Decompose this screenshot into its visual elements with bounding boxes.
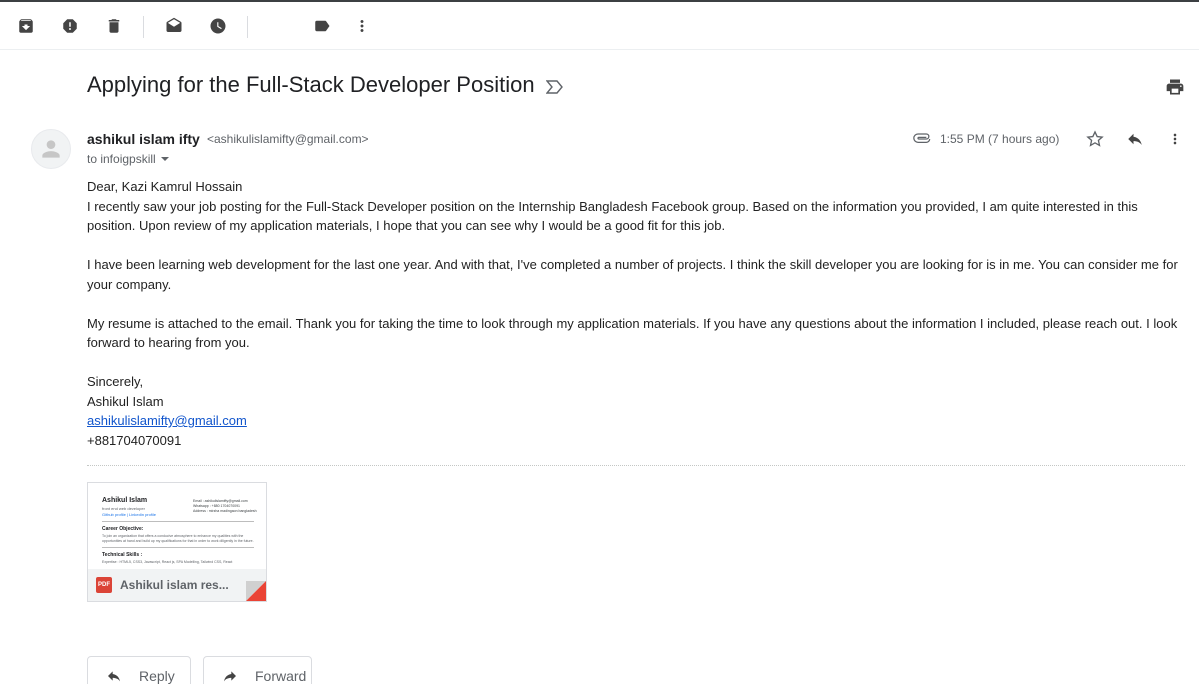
- snooze-icon[interactable]: [208, 16, 228, 36]
- attachment-clip-icon: [913, 132, 933, 151]
- reply-arrow-icon: [108, 671, 120, 682]
- attachment-preview: Ashikul Islam front end web developer Gi…: [88, 483, 266, 569]
- mark-unread-icon[interactable]: [164, 16, 184, 36]
- toolbar-divider: [143, 16, 144, 38]
- preview-section-heading: Technical Skills :: [102, 552, 143, 558]
- archive-icon[interactable]: [16, 16, 36, 36]
- body-paragraph: My resume is attached to the email. Than…: [87, 315, 1178, 351]
- important-marker-icon[interactable]: [545, 80, 564, 99]
- delete-icon[interactable]: [104, 16, 124, 36]
- attachment-name: Ashikul islam res...: [120, 578, 229, 592]
- email-subject: Applying for the Full-Stack Developer Po…: [87, 72, 535, 97]
- attachments-divider: [87, 465, 1185, 466]
- greeting: Dear, Kazi Kamrul Hossain: [87, 179, 243, 194]
- closing: Sincerely,: [87, 374, 144, 389]
- person-icon: [42, 140, 60, 158]
- email-timestamp: 1:55 PM (7 hours ago): [940, 132, 1060, 146]
- toolbar-divider: [247, 16, 248, 38]
- star-icon[interactable]: [1085, 129, 1105, 154]
- pdf-icon: PDF: [96, 577, 112, 593]
- message-more-icon[interactable]: [1167, 130, 1183, 153]
- email-body: Dear, Kazi Kamrul Hossain I recently saw…: [87, 177, 1187, 450]
- avatar[interactable]: [31, 129, 71, 169]
- sender-email: <ashikulislamifty@gmail.com>: [207, 132, 369, 146]
- chevron-down-icon: [160, 157, 169, 161]
- recipients-dropdown[interactable]: to infoigpskill: [87, 152, 170, 166]
- body-paragraph: I recently saw your job posting for the …: [87, 198, 1138, 234]
- recipients-label: to infoigpskill: [87, 152, 156, 166]
- preview-contact: Email : ashikulislamifty@gmail.com Whats…: [193, 499, 257, 513]
- signature-email-link[interactable]: ashikulislamifty@gmail.com: [87, 413, 247, 428]
- preview-text: Expertise : HTML5, CSS3, Javascript, Rea…: [102, 560, 233, 564]
- preview-text: To join an organization that offers a co…: [102, 534, 254, 543]
- reply-icon[interactable]: [1125, 130, 1145, 153]
- pdf-corner-icon: [246, 581, 266, 601]
- report-spam-icon[interactable]: [60, 16, 80, 36]
- email-toolbar: [0, 2, 1199, 50]
- attachment-footer: PDF Ashikul islam res...: [88, 569, 266, 601]
- forward-arrow-icon: [224, 671, 236, 682]
- forward-label: Forward: [255, 668, 307, 684]
- reply-button[interactable]: Reply: [87, 656, 191, 684]
- signature-name: Ashikul Islam: [87, 393, 164, 409]
- label-icon[interactable]: [312, 16, 332, 36]
- signature-phone: +881704070091: [87, 432, 182, 448]
- sender-name[interactable]: ashikul islam ifty: [87, 131, 200, 147]
- preview-section-heading: Career Objective:: [102, 526, 144, 532]
- forward-button[interactable]: Forward: [203, 656, 312, 684]
- attachment-card[interactable]: Ashikul Islam front end web developer Gi…: [87, 482, 267, 602]
- body-paragraph: I have been learning web development for…: [87, 257, 1178, 292]
- more-vert-icon[interactable]: [352, 16, 372, 36]
- reply-label: Reply: [139, 668, 175, 684]
- print-icon[interactable]: [1165, 77, 1185, 102]
